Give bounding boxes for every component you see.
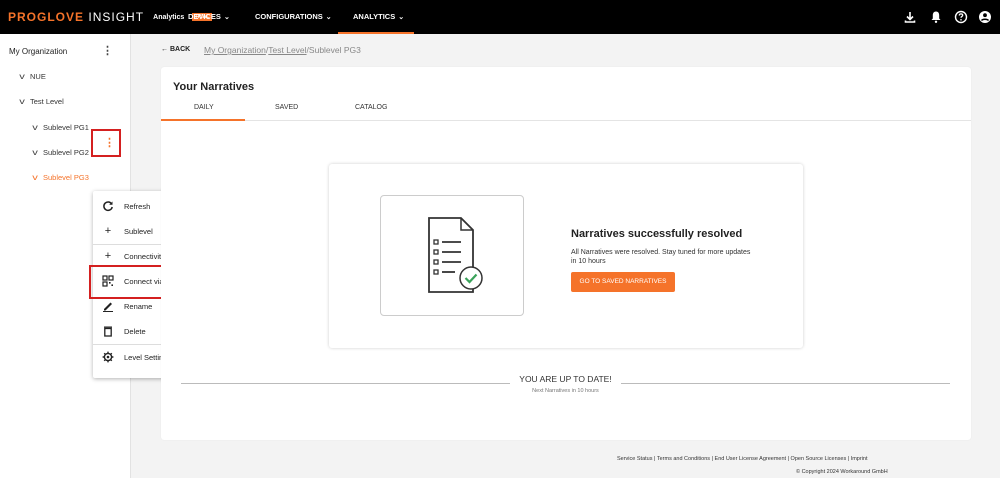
active-tab-indicator — [161, 119, 245, 121]
back-label: BACK — [169, 46, 191, 53]
edit-icon — [103, 302, 113, 312]
illustration-frame — [380, 195, 524, 316]
divider-line — [181, 383, 510, 384]
gear-icon — [102, 351, 114, 363]
chevron-down-icon: ⌄ — [223, 14, 230, 21]
sidebar-item-label: Sublevel PG3 — [43, 173, 89, 182]
document-check-icon — [428, 217, 483, 293]
sidebar-org-label[interactable]: My Organization — [9, 47, 67, 56]
tabs-divider — [161, 120, 971, 121]
more-vert-icon[interactable]: ⋮ — [102, 44, 113, 57]
nav-devices[interactable]: DEVICES ⌄ — [188, 12, 230, 21]
sidebar-item-test-level[interactable]: v Test Level — [19, 97, 64, 106]
sidebar-item-sublevel-pg1[interactable]: v Sublevel PG1 — [32, 123, 89, 132]
arrow-left-icon: ← — [161, 46, 168, 53]
refresh-icon — [103, 201, 113, 212]
nav-analytics[interactable]: ANALYTICS ⌄ — [353, 12, 404, 21]
chevron-down-icon: ⌄ — [325, 14, 332, 21]
help-icon[interactable] — [954, 10, 968, 24]
bell-icon[interactable] — [929, 10, 943, 24]
top-navbar: PROGLOVE INSIGHT Analytics TRIAL DEVICES… — [0, 0, 1000, 34]
breadcrumb-org[interactable]: My Organization — [204, 45, 266, 55]
active-nav-indicator — [338, 32, 414, 34]
nav-devices-label: DEVICES — [188, 12, 221, 21]
brand-logo[interactable]: PROGLOVE INSIGHT Analytics TRIAL — [8, 10, 213, 24]
sidebar-item-sublevel-pg2[interactable]: v Sublevel PG2 — [32, 148, 89, 157]
chevron-down-icon[interactable]: v — [32, 148, 38, 157]
nav-analytics-label: ANALYTICS — [353, 12, 396, 21]
next-narratives-label: Next Narratives in 10 hours — [532, 388, 599, 394]
footer-links[interactable]: Service Status | Terms and Conditions | … — [617, 456, 868, 462]
status-panel: Narratives successfully resolved All Nar… — [329, 164, 803, 348]
menu-item-label: Refresh — [124, 202, 151, 211]
download-icon[interactable] — [903, 10, 917, 24]
copyright: © Copyright 2024 Workaround GmbH — [796, 469, 888, 475]
narratives-card: Your Narratives DAILY SAVED CATALOG Narr… — [161, 67, 971, 440]
back-button[interactable]: ← BACK — [161, 46, 190, 53]
chevron-down-icon: ⌄ — [398, 14, 405, 21]
menu-item-label: Rename — [124, 302, 153, 311]
nav-configurations[interactable]: CONFIGURATIONS ⌄ — [255, 12, 332, 21]
user-icon[interactable] — [978, 10, 992, 24]
chevron-down-icon[interactable]: v — [32, 123, 38, 132]
plus-icon: + — [104, 250, 112, 262]
sidebar-item-nue[interactable]: v NUE — [19, 72, 46, 81]
menu-item-label: Sublevel — [124, 227, 153, 236]
tab-saved[interactable]: SAVED — [275, 104, 298, 111]
nav-configurations-label: CONFIGURATIONS — [255, 12, 323, 21]
up-to-date-label: YOU ARE UP TO DATE! — [519, 374, 612, 384]
sidebar-item-label: NUE — [30, 72, 46, 81]
tab-catalog[interactable]: CATALOG — [355, 104, 387, 111]
success-title: Narratives successfully resolved — [571, 228, 743, 240]
sidebar-item-sublevel-pg3[interactable]: v Sublevel PG3 — [32, 173, 89, 182]
more-vert-icon[interactable]: ⋮ — [104, 136, 115, 149]
brand-product: Analytics — [153, 14, 185, 21]
sidebar-item-label: Sublevel PG2 — [43, 148, 89, 157]
chevron-down-icon[interactable]: v — [19, 97, 25, 106]
brand-secondary: INSIGHT — [88, 10, 144, 24]
brand-primary: PROGLOVE — [8, 10, 85, 24]
plus-icon: + — [104, 225, 112, 237]
sidebar-item-label: Sublevel PG1 — [43, 123, 89, 132]
breadcrumb-test-level[interactable]: Test Level — [268, 45, 306, 55]
chevron-down-icon[interactable]: v — [19, 72, 25, 81]
sidebar-item-label: Test Level — [30, 97, 64, 106]
menu-item-label: Delete — [124, 327, 146, 336]
success-message: All Narratives were resolved. Stay tuned… — [571, 249, 751, 265]
breadcrumb: My Organization/Test Level/Sublevel PG3 — [204, 45, 361, 55]
chevron-down-icon[interactable]: v — [32, 173, 38, 182]
divider-line — [621, 383, 950, 384]
page-title: Your Narratives — [173, 81, 255, 93]
go-to-saved-narratives-button[interactable]: GO TO SAVED NARRATIVES — [571, 272, 675, 292]
breadcrumb-current: Sublevel PG3 — [308, 45, 361, 55]
tab-daily[interactable]: DAILY — [194, 104, 214, 111]
trash-icon — [104, 326, 112, 337]
